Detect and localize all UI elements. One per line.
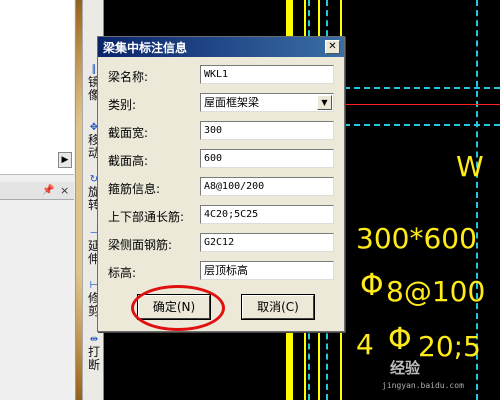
dialog-title-bar[interactable]: 梁集中标注信息 ✕ bbox=[98, 37, 344, 57]
annotation-text: 4 bbox=[356, 328, 374, 361]
watermark-url: jingyan.baidu.com bbox=[382, 381, 464, 390]
watermark-logo: 经验 bbox=[390, 359, 421, 377]
toolbar-label: 打断 bbox=[87, 345, 100, 372]
field-label: 类别: bbox=[108, 98, 137, 112]
field-label: 上下部通长筋: bbox=[108, 210, 185, 224]
annotation-text: W bbox=[456, 150, 484, 183]
field-row-side-bars: 梁侧面钢筋: G2C12 bbox=[108, 233, 338, 253]
field-label: 箍筋信息: bbox=[108, 182, 161, 196]
highlight-circle bbox=[131, 285, 225, 331]
field-row-through-bars: 上下部通长筋: 4C20;5C25 bbox=[108, 205, 338, 225]
close-button[interactable]: ✕ bbox=[325, 40, 340, 54]
field-row-elevation: 标高: 层顶标高 bbox=[108, 261, 338, 281]
category-select[interactable]: 屋面框架梁 ▼ bbox=[200, 93, 334, 112]
cancel-button[interactable]: 取消(C) bbox=[241, 294, 315, 320]
annotation-text: 20;5 bbox=[418, 330, 481, 363]
panel-close-icon[interactable]: × bbox=[60, 184, 69, 197]
beam-name-input[interactable]: WKL1 bbox=[200, 65, 334, 84]
category-value: 屋面框架梁 bbox=[204, 96, 259, 109]
field-label: 梁名称: bbox=[108, 70, 149, 84]
chevron-down-icon[interactable]: ▼ bbox=[317, 95, 332, 110]
elevation-input[interactable]: 层顶标高 bbox=[200, 261, 334, 280]
rebar-symbol-icon: Φ bbox=[388, 322, 412, 357]
field-row-height: 截面高: 600 bbox=[108, 149, 338, 169]
field-row-category: 类别: 屋面框架梁 ▼ bbox=[108, 93, 338, 113]
dialog-title: 梁集中标注信息 bbox=[103, 41, 188, 55]
section-width-input[interactable]: 300 bbox=[200, 121, 334, 140]
scroll-right-button[interactable]: ▶ bbox=[58, 152, 72, 168]
field-label: 标高: bbox=[108, 266, 137, 280]
rebar-symbol-icon: Φ bbox=[360, 268, 384, 303]
pin-icon[interactable]: 📌 bbox=[42, 185, 54, 196]
field-label: 截面宽: bbox=[108, 126, 149, 140]
field-label: 梁侧面钢筋: bbox=[108, 238, 173, 252]
beam-annotation-dialog: 梁集中标注信息 ✕ 梁名称: WKL1 类别: 屋面框架梁 ▼ 截面宽: 300… bbox=[97, 36, 345, 332]
side-bars-input[interactable]: G2C12 bbox=[200, 233, 334, 252]
annotation-text: 8@100 bbox=[386, 275, 486, 308]
left-panel: ▶ 📌 × bbox=[0, 0, 76, 400]
annotation-text: 300*600 bbox=[356, 222, 477, 255]
section-height-input[interactable]: 600 bbox=[200, 149, 334, 168]
toolbar-break-button[interactable]: ⇹ 打断 bbox=[85, 334, 103, 372]
property-panel bbox=[0, 0, 74, 175]
stirrup-input[interactable]: A8@100/200 bbox=[200, 177, 334, 196]
field-label: 截面高: bbox=[108, 154, 149, 168]
through-bars-input[interactable]: 4C20;5C25 bbox=[200, 205, 334, 224]
field-row-width: 截面宽: 300 bbox=[108, 121, 338, 141]
field-row-beam-name: 梁名称: WKL1 bbox=[108, 65, 338, 85]
field-row-stirrup: 箍筋信息: A8@100/200 bbox=[108, 177, 338, 197]
